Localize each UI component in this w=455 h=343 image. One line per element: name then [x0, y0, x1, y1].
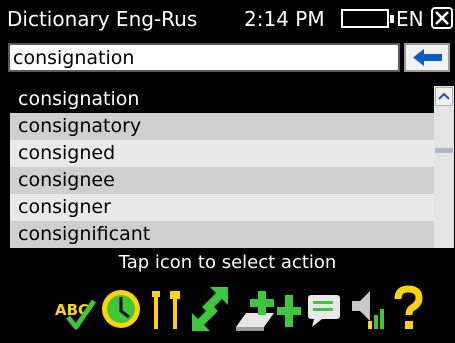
add-button[interactable] [276, 283, 302, 335]
speaker-button[interactable] [346, 283, 386, 335]
app-title: Dictionary Eng-Rus [7, 7, 198, 31]
comment-icon [308, 295, 340, 327]
list-item[interactable]: consigner [10, 194, 434, 221]
help-icon [394, 285, 423, 329]
add-card-icon [236, 291, 274, 331]
battery-icon [341, 9, 394, 28]
comment-button[interactable] [304, 283, 344, 335]
history-button[interactable] [98, 283, 144, 335]
close-button[interactable] [431, 7, 453, 29]
list-item[interactable]: consignatory [10, 113, 434, 140]
word-list[interactable]: consignation consignatory consigned consign… [10, 86, 434, 248]
scroll-thumb[interactable] [435, 148, 453, 153]
list-item[interactable]: consignation [10, 86, 434, 113]
spellcheck-button[interactable]: ABC [54, 283, 98, 335]
chevron-up-icon [438, 92, 450, 100]
title-bar: Dictionary Eng-Rus 2:14 PM EN [0, 0, 455, 38]
clock: 2:14 PM [244, 7, 325, 31]
arrow-left-icon [413, 49, 442, 66]
scrollbar[interactable] [434, 86, 454, 248]
hint-text: Tap icon to select action [118, 252, 337, 273]
go-button[interactable] [404, 43, 450, 72]
spellcheck-icon: ABC [55, 299, 97, 330]
list-item[interactable]: consignee [10, 167, 434, 194]
help-button[interactable] [392, 283, 424, 335]
search-input[interactable] [8, 43, 400, 72]
swap-button[interactable] [188, 283, 232, 335]
add-card-button[interactable] [234, 283, 276, 335]
swap-icon [192, 287, 228, 331]
speaker-icon [352, 291, 384, 329]
list-item[interactable]: consignificant [10, 221, 434, 248]
history-icon [102, 290, 140, 328]
scroll-up-button[interactable] [435, 87, 453, 106]
list-item[interactable]: consigned [10, 140, 434, 167]
search-row [0, 38, 455, 76]
close-icon [435, 11, 449, 25]
language-indicator[interactable]: EN [396, 7, 424, 31]
tools-button[interactable] [146, 283, 186, 335]
tools-icon [152, 291, 180, 329]
add-icon [277, 295, 301, 327]
action-toolbar: ABC [54, 283, 424, 335]
